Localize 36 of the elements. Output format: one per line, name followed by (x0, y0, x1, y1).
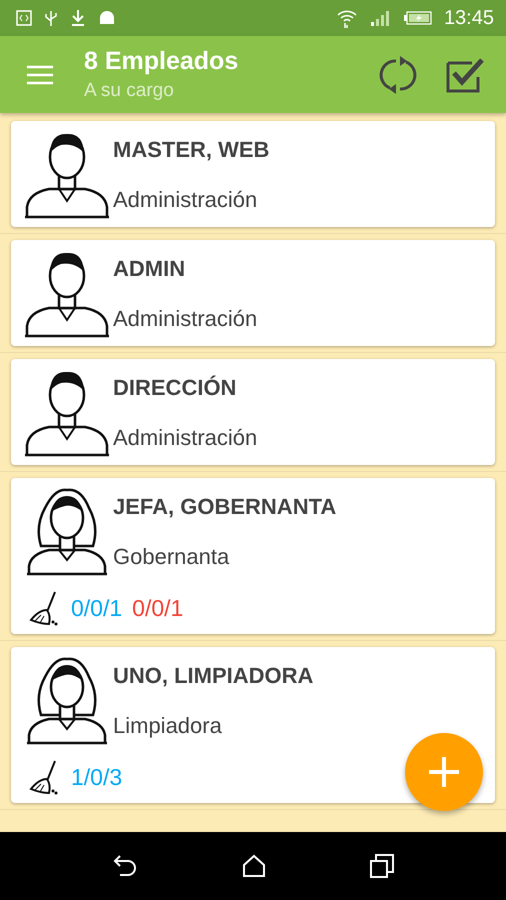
download-icon (70, 9, 86, 27)
person-avatar-icon (25, 655, 109, 745)
person-avatar-icon (25, 486, 109, 576)
sync-icon (378, 54, 418, 94)
department-label: Limpiadora (113, 713, 223, 739)
department-label: Administración (113, 306, 258, 332)
signal-icon (370, 10, 392, 26)
code-icon (16, 10, 32, 26)
task-count: 0/0/1 (71, 594, 122, 622)
checkbox-icon (446, 56, 484, 92)
employee-card[interactable]: ADMIN Administración (11, 240, 495, 346)
employee-name: UNO, LIMPIADORA (113, 663, 314, 689)
wifi-icon (336, 8, 358, 28)
department-label: Gobernanta (113, 544, 230, 570)
task-count: 0/0/1 (132, 594, 184, 622)
employee-card[interactable]: UNO, LIMPIADORA Limpiadora 1/0/3 (11, 647, 495, 803)
recent-apps-icon (370, 854, 394, 878)
menu-icon (26, 64, 54, 84)
clock: 13:45 (444, 6, 494, 30)
home-icon (242, 854, 266, 878)
employee-card[interactable]: DIRECCIÓN Administración (11, 359, 495, 465)
department-label: Administración (113, 425, 258, 451)
employee-name: ADMIN (113, 256, 186, 282)
usb-icon (44, 9, 58, 27)
employee-name: JEFA, GOBERNANTA (113, 494, 336, 520)
employee-card[interactable]: MASTER, WEB Administración (11, 121, 495, 227)
plus-icon (427, 755, 461, 789)
employee-name: MASTER, WEB (113, 137, 270, 163)
back-icon (112, 854, 138, 878)
battery-icon (404, 11, 432, 25)
app-title: 8 Empleados (84, 47, 240, 76)
employee-card[interactable]: JEFA, GOBERNANTA Gobernanta 0/0/1 0/0/1 (11, 478, 495, 634)
department-label: Administración (113, 187, 258, 213)
task-count: 1/0/3 (71, 764, 122, 790)
app-subtitle: A su cargo (84, 80, 175, 102)
employee-name: DIRECCIÓN (113, 375, 238, 401)
